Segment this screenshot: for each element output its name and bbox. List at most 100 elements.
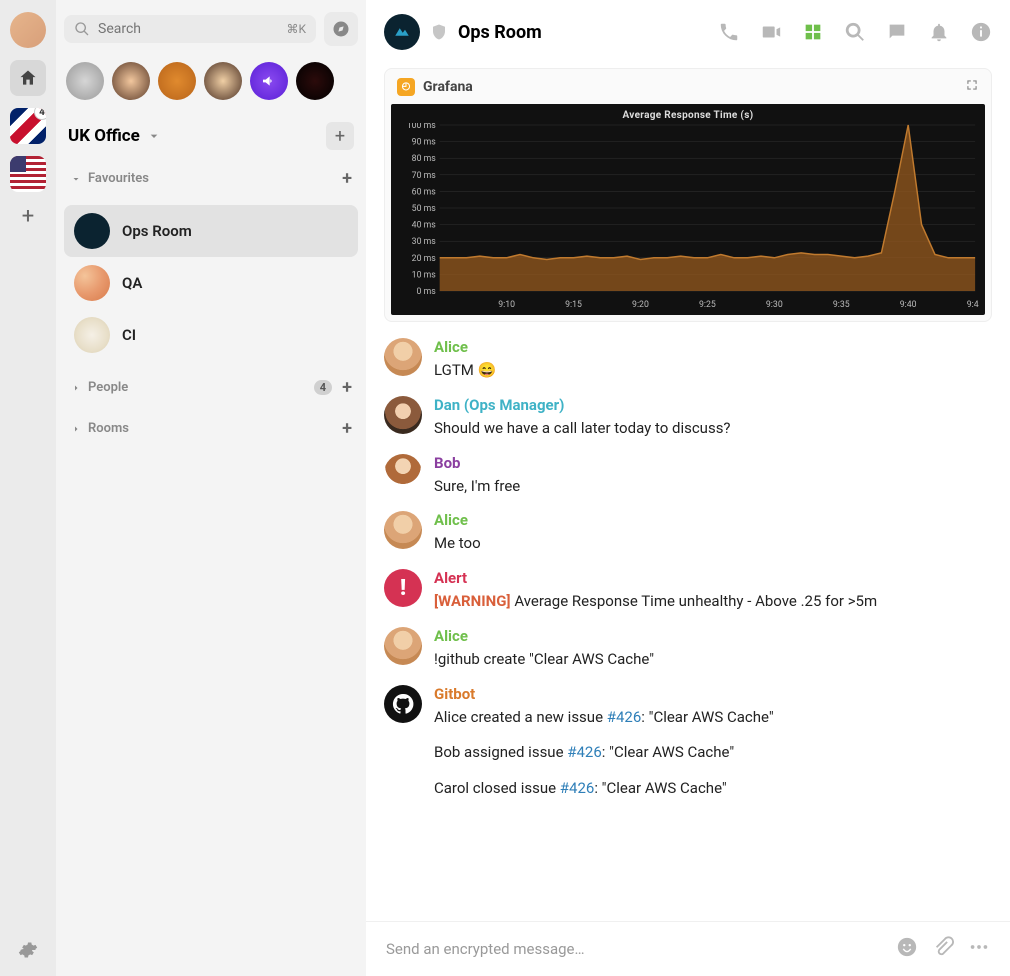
issue-link[interactable]: #426	[567, 743, 602, 761]
space-add-button[interactable]: +	[326, 122, 354, 150]
timeline[interactable]: ◴ Grafana Average Response Time (s) 100 …	[366, 64, 1010, 921]
section-favourites[interactable]: Favourites +	[64, 164, 358, 193]
message-avatar[interactable]	[384, 338, 422, 376]
section-add-button[interactable]: +	[342, 418, 352, 439]
space-button-us[interactable]	[10, 156, 46, 192]
recent-avatar[interactable]	[112, 62, 150, 100]
svg-text:100 ms: 100 ms	[407, 123, 436, 131]
message-body: Should we have a call later today to dis…	[434, 418, 992, 440]
svg-text:50 ms: 50 ms	[412, 204, 437, 214]
message-avatar[interactable]	[384, 454, 422, 492]
recent-avatar[interactable]	[204, 62, 242, 100]
search-room-button[interactable]	[844, 21, 866, 43]
notifications-button[interactable]	[928, 21, 950, 43]
section-count: 4	[314, 380, 332, 395]
message: Alice!github create "Clear AWS Cache"	[384, 627, 992, 671]
space-switcher[interactable]: UK Office	[68, 126, 162, 146]
message-body: Bob assigned issue #426: "Clear AWS Cach…	[434, 742, 992, 764]
phone-icon	[718, 21, 740, 43]
message: !Alert[WARNING] Average Response Time un…	[384, 569, 992, 613]
svg-text:9:10: 9:10	[498, 300, 515, 310]
attach-button[interactable]	[932, 936, 954, 962]
issue-link[interactable]: #426	[607, 708, 642, 726]
svg-text:60 ms: 60 ms	[412, 187, 437, 197]
explore-button[interactable]	[324, 12, 358, 46]
space-badge: 4	[34, 108, 46, 120]
search-icon	[74, 21, 90, 37]
svg-text:9:35: 9:35	[833, 300, 850, 310]
more-icon	[968, 936, 990, 958]
space-button-uk[interactable]: 4	[10, 108, 46, 144]
room-avatar	[74, 213, 110, 249]
widget-title: Grafana	[423, 79, 473, 95]
spaces-rail: 4 +	[0, 0, 56, 976]
issue-link[interactable]: #426	[560, 779, 595, 797]
threads-button[interactable]	[886, 21, 908, 43]
recent-avatar[interactable]	[66, 62, 104, 100]
message-sender[interactable]: Dan (Ops Manager)	[434, 396, 992, 414]
svg-text:0 ms: 0 ms	[417, 287, 437, 297]
room-item[interactable]: Ops Room	[64, 205, 358, 257]
create-space-button[interactable]: +	[22, 204, 34, 229]
bell-icon	[928, 21, 950, 43]
message-sender[interactable]: Alice	[434, 627, 992, 645]
message-avatar[interactable]	[384, 396, 422, 434]
recent-avatar[interactable]	[296, 62, 334, 100]
room-info-button[interactable]	[970, 21, 992, 43]
chevron-right-icon	[70, 382, 82, 394]
message-body: LGTM 😄	[434, 360, 992, 382]
compass-icon	[332, 20, 350, 38]
widget-maximise-button[interactable]	[965, 77, 979, 96]
section-rooms[interactable]: Rooms +	[64, 414, 358, 443]
chart: Average Response Time (s) 100 ms90 ms80 …	[391, 104, 985, 315]
message-avatar[interactable]	[384, 511, 422, 549]
room-name: Ops Room	[122, 222, 192, 240]
section-add-button[interactable]: +	[342, 377, 352, 398]
more-options-button[interactable]	[968, 936, 990, 962]
room-avatar	[74, 265, 110, 301]
info-icon	[970, 21, 992, 43]
section-label: Rooms	[88, 421, 129, 436]
room-name: QA	[122, 274, 142, 292]
grafana-icon: ◴	[397, 78, 415, 96]
svg-text:70 ms: 70 ms	[412, 171, 437, 181]
home-space-button[interactable]	[10, 60, 46, 96]
svg-text:9:25: 9:25	[699, 300, 716, 310]
settings-button[interactable]	[18, 940, 38, 964]
user-avatar[interactable]	[10, 12, 46, 48]
apps-button[interactable]	[802, 21, 824, 43]
svg-text:9:45: 9:45	[967, 300, 979, 310]
section-add-button[interactable]: +	[342, 168, 352, 189]
room-item[interactable]: CI	[64, 309, 358, 361]
message-sender[interactable]: Gitbot	[434, 685, 992, 703]
video-call-button[interactable]	[760, 21, 782, 43]
message-avatar[interactable]: !	[384, 569, 422, 607]
svg-text:9:30: 9:30	[766, 300, 783, 310]
room-avatar[interactable]	[384, 14, 420, 50]
recent-avatar[interactable]	[158, 62, 196, 100]
svg-text:10 ms: 10 ms	[412, 270, 437, 280]
message-avatar[interactable]	[384, 685, 422, 723]
section-people[interactable]: People 4 +	[64, 373, 358, 402]
recent-avatar[interactable]	[250, 62, 288, 100]
message-sender[interactable]: Alert	[434, 569, 992, 587]
room-title: Ops Room	[458, 22, 542, 43]
chevron-down-icon	[146, 128, 162, 144]
message-avatar[interactable]	[384, 627, 422, 665]
svg-text:20 ms: 20 ms	[412, 254, 437, 264]
svg-text:9:40: 9:40	[900, 300, 917, 310]
message-sender[interactable]: Bob	[434, 454, 992, 472]
voice-call-button[interactable]	[718, 21, 740, 43]
composer-input[interactable]	[386, 940, 882, 958]
megaphone-icon	[261, 73, 277, 89]
room-item[interactable]: QA	[64, 257, 358, 309]
search-box[interactable]: ⌘K	[64, 15, 316, 43]
gear-icon	[18, 940, 38, 960]
search-shortcut: ⌘K	[286, 22, 306, 36]
emoji-button[interactable]	[896, 936, 918, 962]
expand-icon	[965, 78, 979, 92]
message-sender[interactable]: Alice	[434, 511, 992, 529]
search-input[interactable]	[98, 21, 278, 37]
svg-text:90 ms: 90 ms	[412, 137, 437, 147]
message-sender[interactable]: Alice	[434, 338, 992, 356]
